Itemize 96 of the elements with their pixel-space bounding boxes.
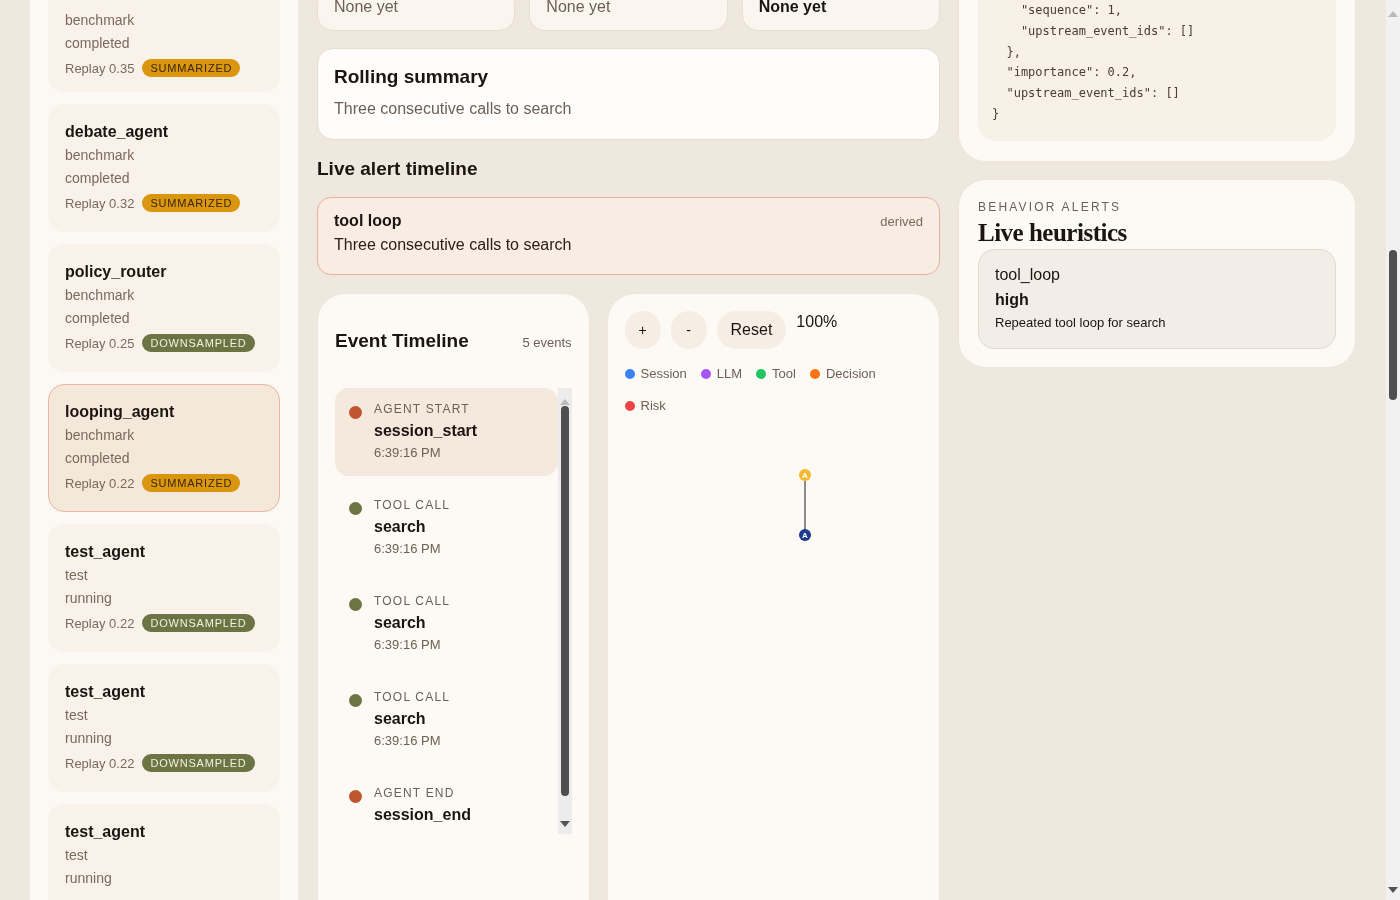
stat-value: None yet — [546, 0, 611, 16]
event-name: search — [374, 613, 427, 633]
scroll-thumb[interactable] — [1389, 250, 1397, 400]
scroll-down-icon[interactable] — [1388, 887, 1398, 893]
event-dot — [349, 502, 362, 515]
summary-text: Three consecutive calls to search — [334, 100, 573, 118]
legend-item: Risk — [624, 395, 666, 417]
event-time: 6:39:16 PM — [374, 540, 442, 558]
session-status: completed — [65, 34, 130, 53]
event-type: AGENT END — [374, 785, 456, 802]
scrollbar[interactable] — [557, 388, 572, 834]
session-name: test_agent — [65, 542, 146, 562]
event-name: search — [374, 709, 427, 729]
event-time: 6:39:16 PM — [374, 732, 442, 750]
event-dot — [349, 694, 362, 707]
sampling-badge: DOWNSAMPLED — [142, 334, 255, 352]
stat-value: None yet — [334, 0, 399, 16]
graph-node[interactable]: A — [798, 529, 811, 541]
replay-rate: Replay 0.35 — [65, 60, 135, 76]
session-name: debate_agent — [65, 122, 169, 142]
alert-source: derived — [880, 213, 923, 229]
replay-rate: Replay 0.25 — [65, 335, 135, 351]
zoom-out-button[interactable]: - — [670, 311, 707, 349]
replay-rate: Replay 0.22 — [65, 475, 135, 491]
sampling-badge: DOWNSAMPLED — [142, 754, 255, 772]
alert-severity: high — [995, 289, 1030, 310]
sampling-badge: DOWNSAMPLED — [142, 614, 255, 632]
alert-text: Three consecutive calls to search — [334, 236, 573, 254]
reset-button[interactable]: Reset — [716, 311, 787, 349]
sampling-badge: SUMMARIZED — [142, 474, 241, 492]
replay-rate: Replay 0.22 — [65, 755, 135, 771]
scroll-thumb[interactable] — [560, 406, 569, 796]
sampling-badge: SUMMARIZED — [142, 194, 241, 212]
card-eyebrow: BEHAVIOR ALERTS — [978, 199, 1123, 214]
session-name: looping_agent — [65, 402, 175, 422]
zoom-in-button[interactable]: + — [624, 311, 661, 349]
zoom-level: 100% — [796, 313, 838, 331]
session-status: running — [65, 869, 112, 888]
stat-value: None yet — [758, 0, 827, 16]
session-status: completed — [65, 309, 130, 328]
event-type: AGENT START — [374, 401, 471, 418]
legend-item: LLM — [700, 363, 743, 385]
session-card[interactable]: policy_router benchmark completed Replay 0.25 DOWNSAMPLED — [48, 244, 280, 372]
event-time: 6:39:16 PM — [374, 444, 442, 462]
panel-title: Event Timeline — [335, 330, 469, 352]
session-kind: test — [65, 846, 88, 865]
replay-rate: Replay 0.22 — [65, 615, 135, 631]
session-status: completed — [65, 169, 130, 188]
replay-rate: Replay 0.32 — [65, 195, 135, 211]
scroll-down-icon[interactable] — [559, 821, 570, 827]
card-title: Live heuristics — [978, 218, 1128, 247]
alert-text: Repeated tool loop for search — [995, 313, 1167, 332]
session-card[interactable]: looping_agent benchmark completed Replay 0.22 SUMMARIZED — [48, 384, 280, 512]
alert-type: tool_loop — [995, 264, 1061, 285]
session-kind: benchmark — [65, 11, 135, 30]
summary-title: Rolling summary — [334, 66, 490, 88]
session-status: running — [65, 729, 112, 748]
event-count: 5 events — [522, 335, 572, 350]
session-card[interactable]: test_agent test running Replay 0.22 DOWNSAMPLED — [48, 524, 280, 652]
event-name: session_start — [374, 421, 478, 441]
event-name: search — [374, 517, 427, 537]
session-status: running — [65, 589, 112, 608]
session-name: test_agent — [65, 682, 146, 702]
event-time: 6:39:16 PM — [374, 636, 442, 654]
session-card[interactable]: test_agent test running — [48, 804, 280, 900]
session-kind: benchmark — [65, 426, 135, 445]
session-kind: benchmark — [65, 146, 135, 165]
event-item[interactable]: TOOL CALL search 6:39:16 PM — [335, 580, 558, 668]
session-kind: test — [65, 566, 88, 585]
event-item[interactable]: AGENT START session_start 6:39:16 PM — [335, 388, 558, 476]
session-card[interactable]: debate_agent benchmark completed Replay 0.32 SUMMARIZED — [48, 104, 280, 232]
alert-title: tool loop — [334, 212, 402, 230]
legend-item: Decision — [809, 363, 876, 385]
event-item[interactable]: AGENT END session_end — [335, 772, 558, 834]
event-type: TOOL CALL — [374, 593, 451, 610]
legend-item: Tool — [756, 363, 796, 385]
session-card[interactable]: benchmark completed Replay 0.35 SUMMARIZED — [48, 0, 280, 92]
event-dot — [349, 406, 362, 419]
session-kind: test — [65, 706, 88, 725]
session-kind: benchmark — [65, 286, 135, 305]
event-item[interactable]: TOOL CALL search 6:39:16 PM — [335, 484, 558, 572]
section-title: Live alert timeline — [317, 158, 479, 181]
event-dot — [349, 598, 362, 611]
sampling-badge: SUMMARIZED — [142, 59, 241, 77]
session-name: policy_router — [65, 262, 167, 282]
session-card[interactable]: test_agent test running Replay 0.22 DOWNSAMPLED — [48, 664, 280, 792]
event-json: "sequence": 1, "upstream_event_ids": [] }, "importance": 0.2, "upstream_event_ids": [] } — [978, 0, 1336, 141]
page-scrollbar[interactable] — [1386, 0, 1400, 900]
legend-item: Session — [624, 363, 687, 385]
event-type: TOOL CALL — [374, 689, 451, 706]
session-name: test_agent — [65, 822, 146, 842]
event-dot — [349, 790, 362, 803]
event-type: TOOL CALL — [374, 497, 451, 514]
event-item[interactable]: TOOL CALL search 6:39:16 PM — [335, 676, 558, 764]
event-name: session_end — [374, 805, 471, 825]
session-status: completed — [65, 449, 130, 468]
